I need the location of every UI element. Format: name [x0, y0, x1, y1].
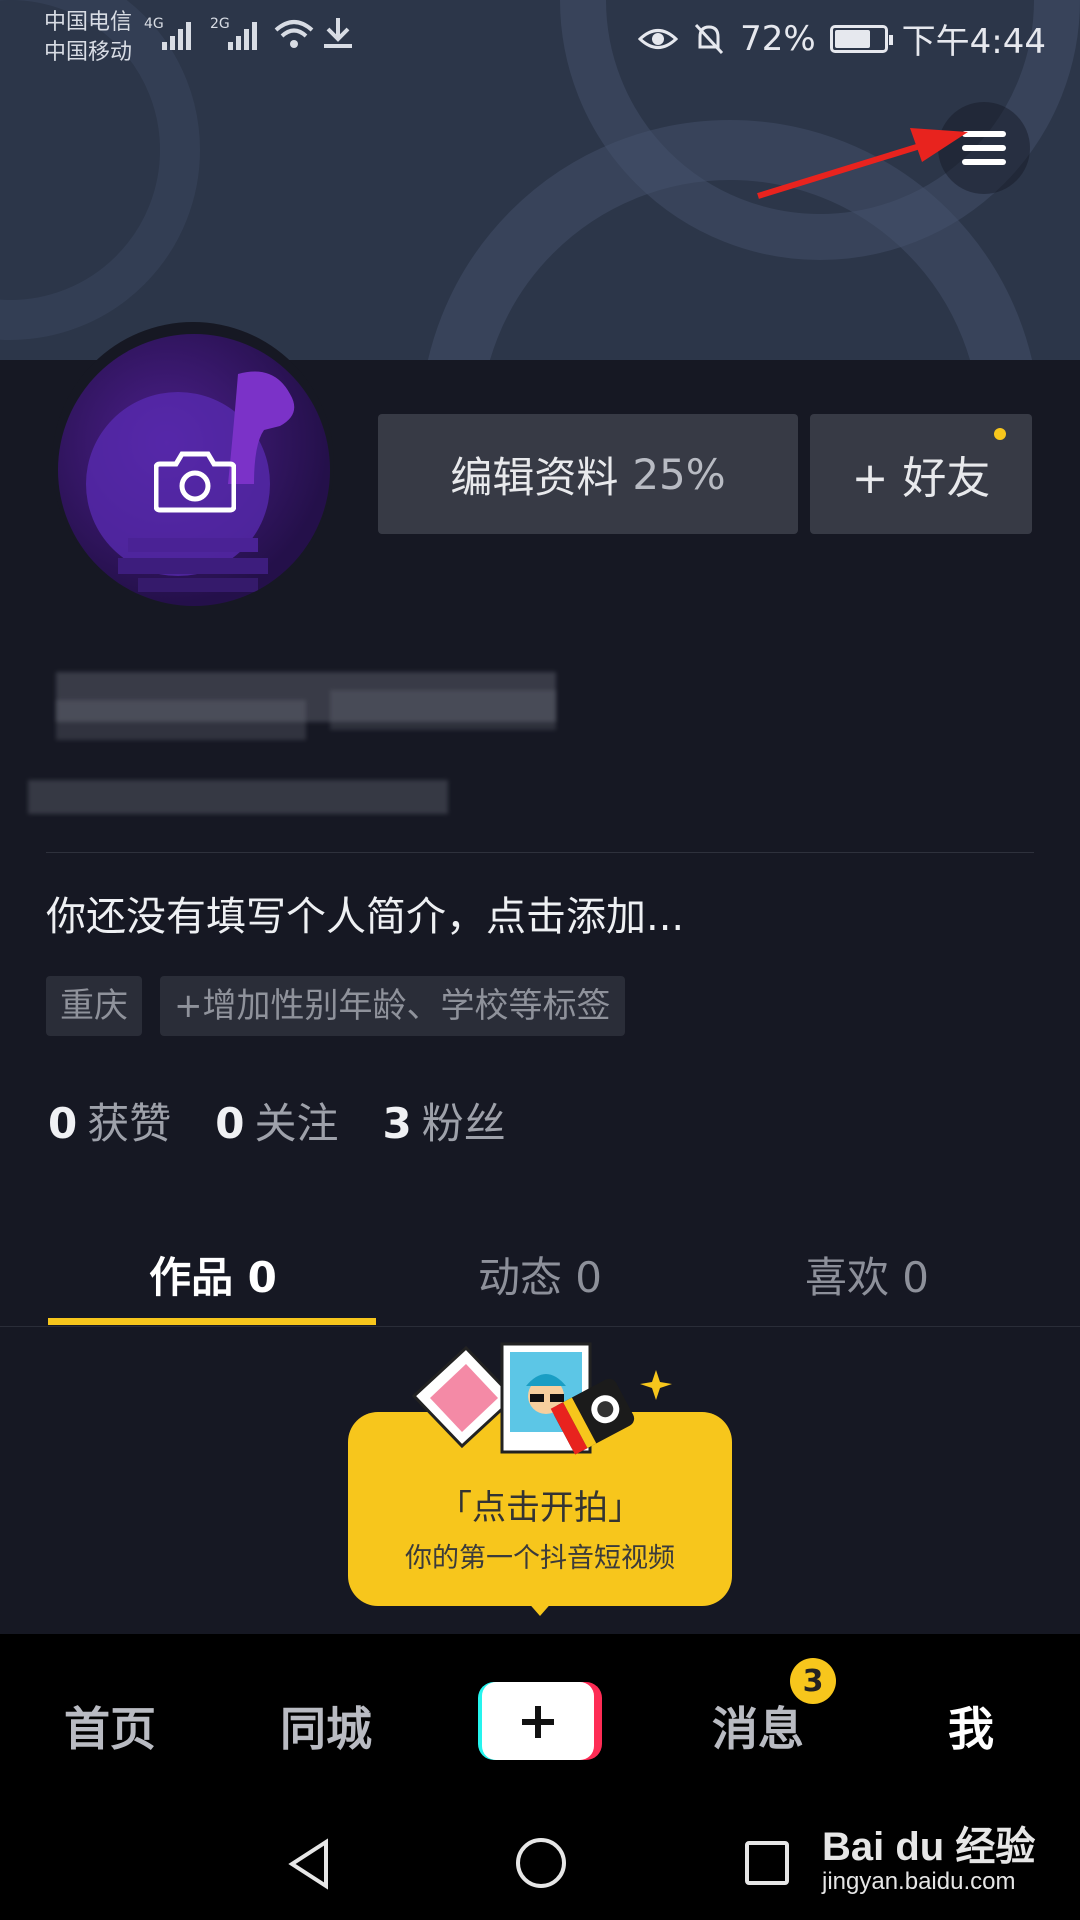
shoot-prompt-title: 「点击开拍」	[438, 1488, 642, 1528]
shoot-prompt-subtitle: 你的第一个抖音短视频	[405, 1543, 675, 1574]
content-tabs: 作品 0 动态 0 喜欢 0	[0, 1226, 1080, 1326]
stat-followers[interactable]: 3 粉丝	[383, 1090, 506, 1151]
tab-activity[interactable]: 动态 0	[375, 1244, 705, 1305]
create-video-button[interactable]	[478, 1682, 602, 1760]
nav-home[interactable]: 首页	[64, 1693, 156, 1759]
bottom-nav: 首页 同城 消息 3 我	[0, 1634, 1080, 1810]
stat-following-label: 关注	[254, 1099, 339, 1148]
stat-likes-label: 获赞	[87, 1099, 172, 1148]
bio-text[interactable]: 你还没有填写个人简介，点击添加...	[46, 884, 684, 942]
photo-camera-illustration	[406, 1342, 672, 1455]
messages-badge: 3	[790, 1658, 836, 1704]
edit-profile-button[interactable]: 编辑资料 25%	[378, 414, 798, 534]
tab-works[interactable]: 作品 0	[48, 1244, 378, 1305]
watermark-brand: Bai du 经验	[822, 1825, 1036, 1869]
stats-row: 0 获赞 0 关注 3 粉丝	[48, 1090, 506, 1151]
stat-likes-count: 0	[48, 1099, 78, 1148]
camera-icon[interactable]	[154, 446, 236, 514]
nav-me[interactable]: 我	[948, 1693, 994, 1759]
stat-followers-label: 粉丝	[421, 1099, 506, 1148]
tag-location[interactable]: 重庆	[46, 976, 142, 1036]
stat-following-count: 0	[215, 1099, 245, 1148]
stat-following[interactable]: 0 关注	[215, 1090, 338, 1151]
add-friend-label: + 好友	[851, 453, 991, 504]
home-icon[interactable]	[514, 1836, 568, 1890]
stat-followers-count: 3	[382, 1099, 412, 1148]
notification-dot	[994, 428, 1006, 440]
nav-messages[interactable]: 消息	[712, 1693, 804, 1759]
recents-icon[interactable]	[744, 1840, 790, 1886]
edit-profile-label: 编辑资料	[450, 452, 619, 502]
edit-profile-progress: 25%	[632, 449, 726, 499]
add-tag-button[interactable]: +增加性别年龄、学校等标签	[160, 976, 625, 1036]
plus-icon	[522, 1706, 554, 1738]
red-arrow-annotation	[757, 128, 968, 199]
nav-nearby[interactable]: 同城	[280, 1693, 372, 1759]
bubble-tail	[526, 1600, 554, 1616]
watermark-url: jingyan.baidu.com	[822, 1868, 1016, 1895]
baidu-watermark: Bai du 经验 jingyan.baidu.com	[822, 1814, 1035, 1896]
tab-likes[interactable]: 喜欢 0	[702, 1244, 1032, 1305]
divider	[46, 852, 1034, 853]
active-tab-indicator	[48, 1318, 376, 1325]
stat-likes[interactable]: 0 获赞	[48, 1090, 171, 1151]
back-icon[interactable]	[286, 1838, 332, 1890]
tab-divider	[0, 1326, 1080, 1327]
